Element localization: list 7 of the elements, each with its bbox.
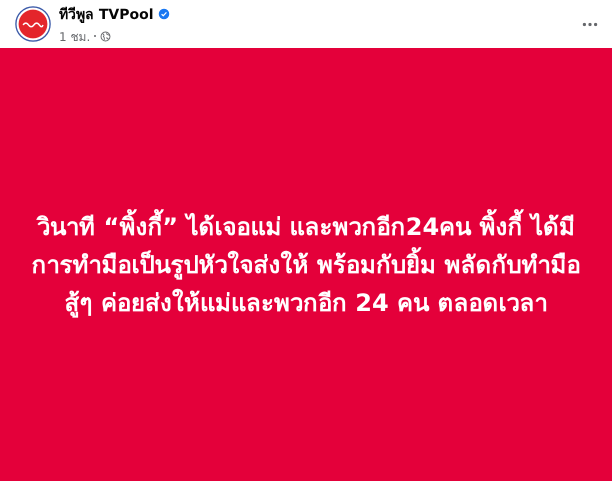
post-text: วินาที “พิ้งกี้” ได้เจอแม่ และพวกอีก24คน พิ้งกี้ ได้มีการทำมือเป็นรูปหัวใจส่งให้ พร้อมกับยิ้ม พลัดกับทำมือสู้ๆ ค่อยส่งให้แม่และพวกอีก 24 คน ตลอดเวลา [30,208,582,322]
globe-icon[interactable] [100,30,112,42]
more-options-icon[interactable] [582,22,598,26]
separator-dot [94,35,96,37]
logo-avatar[interactable] [15,6,51,42]
post-time[interactable]: 1 ชม. [59,26,90,46]
author-name[interactable]: ทีวีพูล TVPool [59,2,154,24]
